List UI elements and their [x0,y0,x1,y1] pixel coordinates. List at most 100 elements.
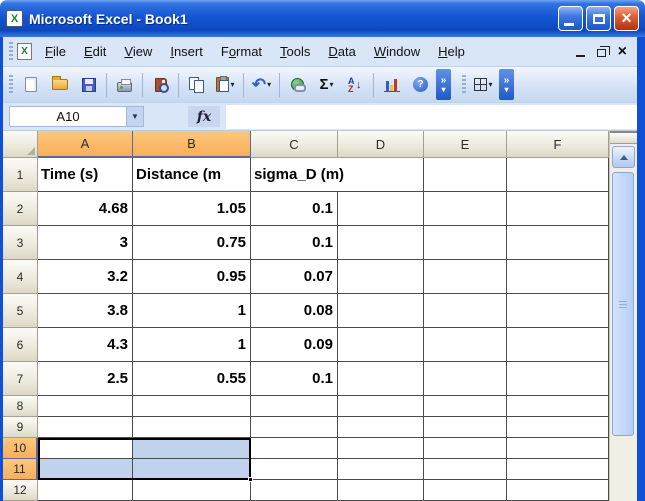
cell-C12[interactable] [251,480,338,501]
cell-B3[interactable]: 0.75 [133,226,251,260]
menu-tools[interactable]: Tools [271,40,319,63]
close-button[interactable] [614,6,639,31]
menubar-grip[interactable] [9,42,13,62]
sort-ascending-button[interactable]: AZ↓ [342,71,369,99]
cell-D4[interactable] [338,260,424,294]
cell-B4[interactable]: 0.95 [133,260,251,294]
row-header-11[interactable]: 11 [3,459,38,480]
menu-help[interactable]: Help [429,40,474,63]
cell-F8[interactable] [507,396,609,417]
borders-button[interactable]: ▾ [470,71,497,99]
undo-button[interactable]: ↶▾ [248,71,275,99]
cell-C6[interactable]: 0.09 [251,328,338,362]
column-header-E[interactable]: E [424,131,507,158]
cell-B5[interactable]: 1 [133,294,251,328]
maximize-button[interactable] [586,6,611,31]
cell-E8[interactable] [424,396,507,417]
cell-E4[interactable] [424,260,507,294]
restore-workbook-button[interactable] [597,49,606,57]
split-handle[interactable] [610,131,637,144]
scrollbar-thumb[interactable] [612,172,634,436]
cell-B11[interactable] [133,459,251,480]
dropdown-arrow-icon[interactable]: ▾ [267,80,271,89]
row-header-2[interactable]: 2 [3,192,38,226]
cell-A12[interactable] [38,480,133,501]
cell-D1[interactable] [338,158,424,192]
vertical-scrollbar[interactable] [609,131,637,501]
cell-E7[interactable] [424,362,507,396]
column-header-A[interactable]: A [38,131,133,158]
cell-B6[interactable]: 1 [133,328,251,362]
cell-C11[interactable] [251,459,338,480]
cell-A7[interactable]: 2.5 [38,362,133,396]
cell-D12[interactable] [338,480,424,501]
toolbar-options-2-button[interactable]: »▾ [499,69,514,100]
cell-F9[interactable] [507,417,609,438]
cell-F7[interactable] [507,362,609,396]
menu-view[interactable]: View [115,40,161,63]
cell-A1[interactable]: Time (s) [38,158,133,192]
row-header-9[interactable]: 9 [3,417,38,438]
name-box[interactable]: A10 [9,106,127,127]
cell-F10[interactable] [507,438,609,459]
scroll-up-button[interactable] [612,146,635,168]
open-button[interactable] [46,71,73,99]
formula-input[interactable] [226,105,637,129]
cell-E6[interactable] [424,328,507,362]
cell-D7[interactable] [338,362,424,396]
cell-F1[interactable] [507,158,609,192]
cell-A3[interactable]: 3 [38,226,133,260]
close-workbook-button[interactable] [618,43,627,61]
chart-wizard-button[interactable] [378,71,405,99]
dropdown-arrow-icon[interactable]: ▾ [488,80,492,89]
print-button[interactable] [111,71,138,99]
column-header-B[interactable]: B [133,131,251,158]
row-header-12[interactable]: 12 [3,480,38,501]
cell-D11[interactable] [338,459,424,480]
name-box-dropdown[interactable]: ▼ [127,106,144,127]
cell-F11[interactable] [507,459,609,480]
cell-D5[interactable] [338,294,424,328]
menu-insert[interactable]: Insert [161,40,212,63]
row-header-4[interactable]: 4 [3,260,38,294]
minimize-button[interactable] [558,6,583,31]
cell-C4[interactable]: 0.07 [251,260,338,294]
cell-E9[interactable] [424,417,507,438]
cell-E3[interactable] [424,226,507,260]
toolbar-options-button[interactable]: »▾ [436,69,451,100]
menu-format[interactable]: Format [212,40,271,63]
cell-A11[interactable] [38,459,133,480]
cell-C9[interactable] [251,417,338,438]
cell-B1[interactable]: Distance (m [133,158,251,192]
minimize-workbook-button[interactable] [576,55,585,57]
cell-C3[interactable]: 0.1 [251,226,338,260]
cell-E5[interactable] [424,294,507,328]
cell-F6[interactable] [507,328,609,362]
cell-A6[interactable]: 4.3 [38,328,133,362]
cell-F5[interactable] [507,294,609,328]
cell-D6[interactable] [338,328,424,362]
column-header-C[interactable]: C [251,131,338,158]
cell-E1[interactable] [424,158,507,192]
cell-D10[interactable] [338,438,424,459]
cell-A5[interactable]: 3.8 [38,294,133,328]
cell-E10[interactable] [424,438,507,459]
cell-B2[interactable]: 1.05 [133,192,251,226]
insert-hyperlink-button[interactable] [284,71,311,99]
autosum-button[interactable]: Σ▾ [313,71,340,99]
research-button[interactable] [147,71,174,99]
dropdown-arrow-icon[interactable]: ▾ [230,80,234,89]
save-button[interactable] [75,71,102,99]
cell-C8[interactable] [251,396,338,417]
row-header-8[interactable]: 8 [3,396,38,417]
cell-C5[interactable]: 0.08 [251,294,338,328]
row-header-6[interactable]: 6 [3,328,38,362]
row-header-10[interactable]: 10 [3,438,38,459]
cell-F2[interactable] [507,192,609,226]
select-all-corner[interactable] [3,131,38,158]
cell-E12[interactable] [424,480,507,501]
cell-D3[interactable] [338,226,424,260]
help-button[interactable]: ? [407,71,434,99]
menu-file[interactable]: File [36,40,75,63]
cell-A10[interactable] [38,438,133,459]
